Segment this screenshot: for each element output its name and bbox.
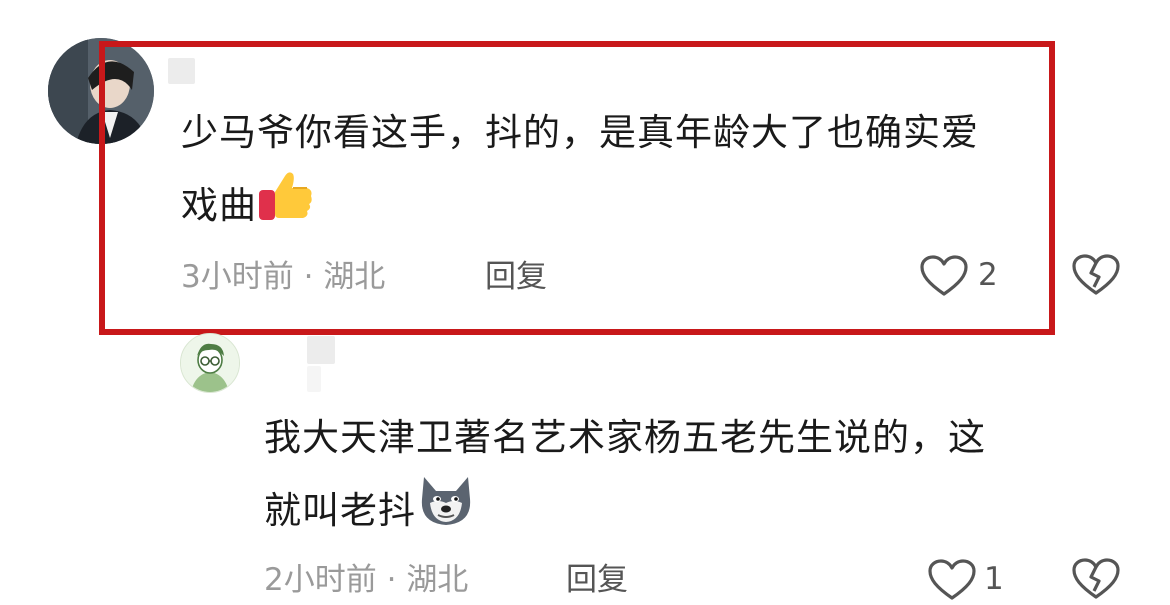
reply-commenter-avatar[interactable] [180,333,240,393]
reply-time: 2小时前 [264,562,377,598]
reply-text-line-1: 我大天津卫著名艺术家杨五老先生说的，这 [264,416,986,459]
meta-separator: · [386,562,397,598]
reply-commenter-name-redacted [307,336,335,364]
highlight-box [99,41,1055,335]
reply-commenter-name-redacted [307,366,321,392]
like-button[interactable]: 1 [928,556,1018,602]
reply-text-line-2: 就叫老抖 [264,473,1124,552]
reply-meta: 2小时前 · 湖北 [264,560,468,600]
like-count: 1 [984,561,1004,597]
reply-text-line-2-text: 就叫老抖 [264,489,416,532]
broken-heart-icon [1072,558,1120,604]
dislike-button[interactable] [1072,254,1120,300]
reply-location: 湖北 [406,562,469,598]
reply-text: 我大天津卫著名艺术家杨五老先生说的，这 就叫老抖 [264,403,1124,552]
dislike-button[interactable] [1072,558,1120,604]
heart-icon [928,559,976,605]
dog-face-icon [416,473,476,552]
broken-heart-icon [1072,254,1120,300]
reply-button[interactable]: 回复 [566,560,628,600]
